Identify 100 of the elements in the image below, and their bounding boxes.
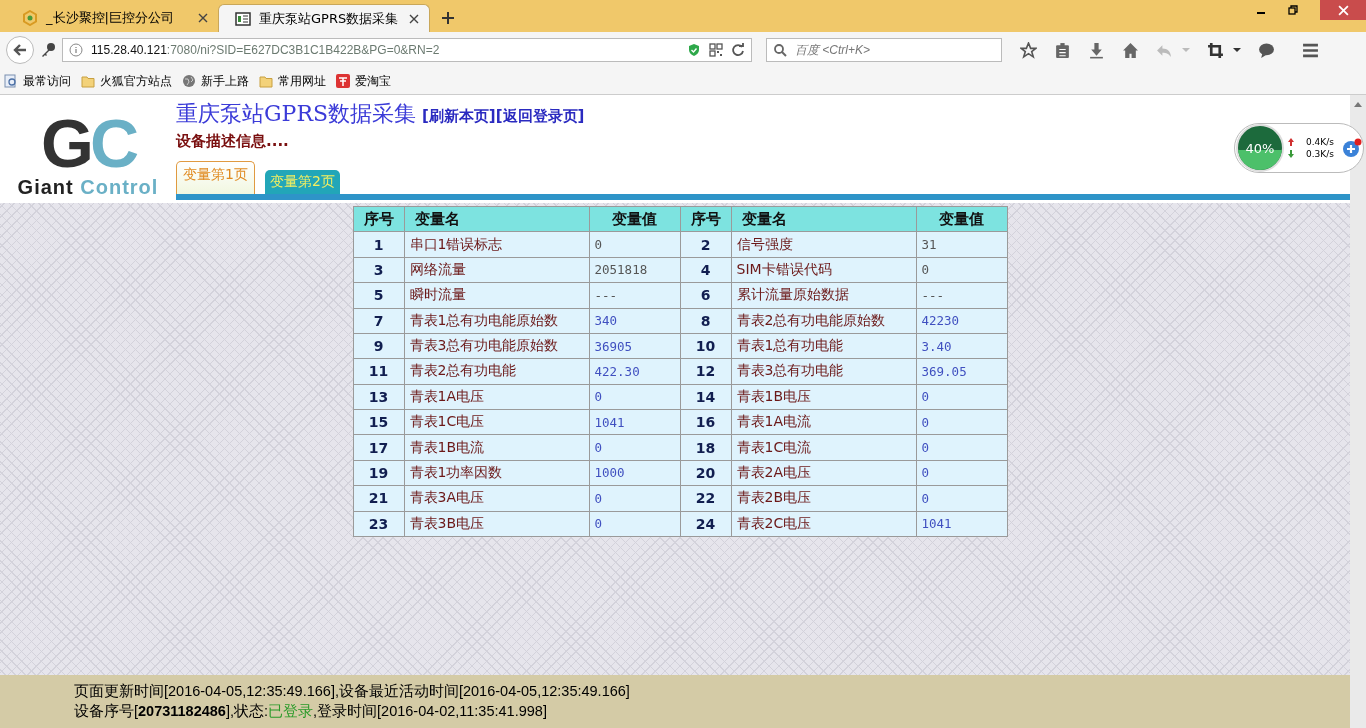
menu-icon[interactable] xyxy=(1302,41,1319,59)
plus-icon[interactable] xyxy=(1341,138,1362,158)
network-widget[interactable]: 40% 0.4K/s 0.3K/s xyxy=(1234,123,1364,173)
bookmark[interactable]: 火狐官方站点 xyxy=(81,72,172,90)
browser-tab[interactable]: 重庆泵站GPRS数据采集 xyxy=(218,4,430,32)
close-button[interactable] xyxy=(1320,0,1366,20)
table-cell: 36905 xyxy=(589,333,680,359)
table-cell: 13 xyxy=(353,384,404,410)
browser-tab[interactable]: _长沙聚控|巨控分公司 xyxy=(6,4,218,32)
table-cell: 2051818 xyxy=(589,257,680,283)
table-cell: 369.05 xyxy=(916,358,1007,385)
table-cell: 青表3总有功电能 xyxy=(731,358,916,385)
table-cell: 青表2C电压 xyxy=(731,511,916,537)
table-cell: 0 xyxy=(589,434,680,461)
header-link[interactable]: [返回登录页] xyxy=(495,107,585,126)
table-cell: 21 xyxy=(353,485,404,511)
caret-icon[interactable] xyxy=(1233,46,1241,54)
bookmark[interactable]: 最常访问 xyxy=(4,72,71,90)
table-cell: 11 xyxy=(353,358,404,385)
table-cell: 青表3B电压 xyxy=(404,511,589,537)
back-arrow-icon xyxy=(12,42,28,58)
table-cell: --- xyxy=(589,282,680,308)
folder-icon xyxy=(81,74,95,88)
chat-icon[interactable] xyxy=(1258,41,1275,59)
globe-icon xyxy=(182,74,196,88)
download-icon[interactable] xyxy=(1088,41,1105,59)
folder-icon xyxy=(259,74,273,88)
crop-icon[interactable] xyxy=(1207,41,1224,59)
restore-icon[interactable] xyxy=(1288,5,1298,15)
table-cell: 青表1A电压 xyxy=(404,384,589,410)
hexagon-icon xyxy=(22,10,38,26)
table-cell: 15 xyxy=(353,409,404,435)
search-field[interactable]: 百度 <Ctrl+K> xyxy=(766,38,1002,62)
star-icon[interactable] xyxy=(1020,41,1037,59)
table-cell: 19 xyxy=(353,460,404,486)
clipboard-icon[interactable] xyxy=(1054,41,1071,59)
page-title: 重庆泵站GPRS数据采集 xyxy=(176,100,416,128)
close-icon[interactable] xyxy=(409,13,419,24)
upload-rate: 0.4K/s xyxy=(1306,137,1334,147)
table-cell: 17 xyxy=(353,434,404,461)
key-icon[interactable] xyxy=(40,42,56,58)
close-icon xyxy=(1337,4,1349,16)
home-icon[interactable] xyxy=(1122,41,1139,59)
table-cell: 青表1A电流 xyxy=(731,409,916,435)
table-cell: 422.30 xyxy=(589,358,680,385)
table-cell: 1041 xyxy=(916,511,1007,537)
table-cell: 7 xyxy=(353,308,404,334)
table-cell: 青表1C电流 xyxy=(731,434,916,461)
table-cell: 5 xyxy=(353,282,404,308)
back-button[interactable] xyxy=(6,36,34,64)
search-page-icon xyxy=(4,74,18,88)
column-header: 变量值 xyxy=(916,206,1007,232)
download-rate: 0.3K/s xyxy=(1306,149,1334,159)
bookmark[interactable]: 爱淘宝 xyxy=(336,72,391,90)
scroll-up-icon[interactable] xyxy=(1354,101,1362,107)
table-cell: 信号强度 xyxy=(731,231,916,258)
table-cell: 9 xyxy=(353,333,404,359)
table-cell: 3 xyxy=(353,257,404,283)
table-cell: 1000 xyxy=(589,460,680,486)
table-cell: 0 xyxy=(916,485,1007,511)
close-icon[interactable] xyxy=(198,13,208,23)
bookmark[interactable]: 常用网址 xyxy=(259,72,326,90)
shield-icon[interactable] xyxy=(687,43,701,57)
new-tab-icon[interactable] xyxy=(442,12,454,24)
table-cell: 0 xyxy=(916,257,1007,283)
table-cell: 0 xyxy=(589,511,680,537)
table-cell: 31 xyxy=(916,231,1007,258)
bookmark[interactable]: 新手上路 xyxy=(182,72,249,90)
table-cell: 0 xyxy=(916,434,1007,461)
column-header: 序号 xyxy=(353,206,404,232)
table-cell: 青表3总有功电能原始数 xyxy=(404,333,589,359)
table-cell: 0 xyxy=(916,460,1007,486)
header-link[interactable]: [刷新本页] xyxy=(422,107,496,126)
table-cell: 1 xyxy=(353,231,404,258)
scrollbar[interactable] xyxy=(1350,95,1366,728)
table-cell: 42230 xyxy=(916,308,1007,334)
table-cell: 累计流量原始数据 xyxy=(731,282,916,308)
table-cell: 青表2总有功电能 xyxy=(404,358,589,385)
table-cell: 340 xyxy=(589,308,680,334)
table-cell: 串口1错误标志 xyxy=(404,231,589,258)
table-cell: 0 xyxy=(916,409,1007,435)
column-header: 序号 xyxy=(680,206,731,232)
address-field[interactable]: 115.28.40.121:7080/ni?SID=E627DC3B1C1B422B&PG=0&RN=2 xyxy=(62,38,752,62)
column-header: 变量名 xyxy=(731,206,916,232)
usage-gauge: 40% xyxy=(1236,124,1284,172)
page-icon xyxy=(235,10,251,27)
table-cell: 23 xyxy=(353,511,404,537)
column-header: 变量值 xyxy=(589,206,680,232)
table-cell: 青表2B电压 xyxy=(731,485,916,511)
info-icon xyxy=(69,43,83,57)
qr-code-icon[interactable] xyxy=(709,43,723,57)
down-arrow-icon xyxy=(1288,150,1294,158)
giant-control-logo: GC Giant Control xyxy=(16,110,160,200)
device-status: 设备序号[20731182486],状态:已登录,登录时间[2016-04-02,11:35:41.998] xyxy=(74,702,548,721)
table-cell: 青表1总有功电能 xyxy=(731,333,916,359)
table-cell: 0 xyxy=(589,231,680,258)
update-time: 页面更新时间[2016-04-05,12:35:49.166],设备最近活动时间[2016-04-05,12:35:49.166] xyxy=(74,682,631,701)
up-arrow-icon xyxy=(1288,138,1294,146)
reload-icon[interactable] xyxy=(731,43,745,57)
table-cell: SIM卡错误代码 xyxy=(731,257,916,283)
